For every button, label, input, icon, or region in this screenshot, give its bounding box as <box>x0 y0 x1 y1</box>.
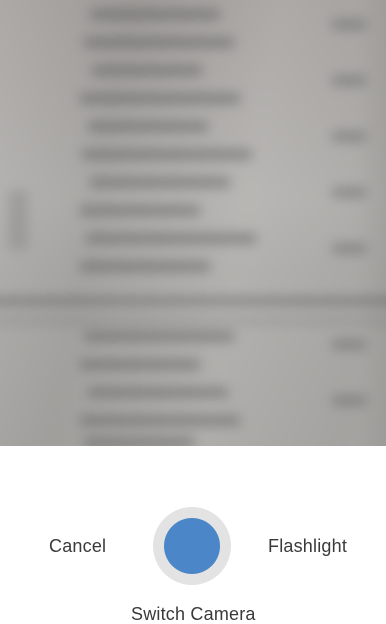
shutter-button[interactable] <box>153 507 231 585</box>
camera-capture-screen: Cancel Flashlight Switch Camera <box>0 0 386 624</box>
flashlight-button[interactable]: Flashlight <box>268 536 347 557</box>
camera-controls-bar: Cancel Flashlight Switch Camera <box>0 446 386 624</box>
cancel-button[interactable]: Cancel <box>49 536 106 557</box>
camera-viewfinder <box>0 0 386 446</box>
switch-camera-button[interactable]: Switch Camera <box>131 604 256 624</box>
viewfinder-preview-image <box>0 0 386 446</box>
shutter-icon <box>164 518 220 574</box>
